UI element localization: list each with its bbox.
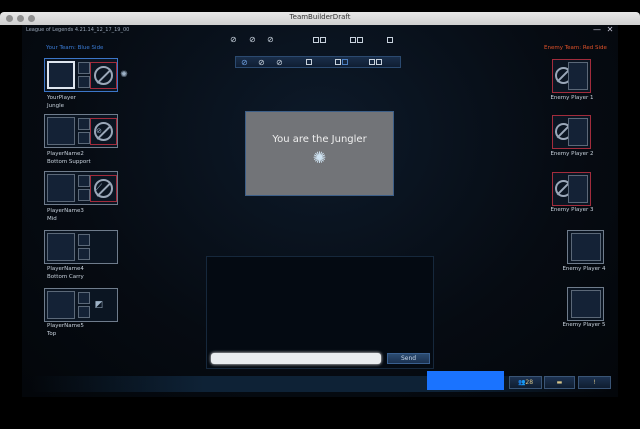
enemy-portrait <box>571 233 601 261</box>
enemy-portrait <box>568 118 588 146</box>
summoner-spell-slot[interactable] <box>78 76 90 88</box>
enemy-card-1[interactable] <box>552 59 591 93</box>
ban-icon <box>94 66 113 85</box>
ban-slot-icon: ⊘ <box>258 58 265 67</box>
pick-slot <box>376 59 382 65</box>
highlight-box <box>427 371 504 390</box>
pick-slot <box>387 37 393 43</box>
summoner-spell-slot[interactable] <box>78 292 90 304</box>
ban-slot-icon: ⊘ <box>230 35 237 44</box>
player-name: PlayerName3 Mid <box>47 207 84 223</box>
player-card-2[interactable] <box>44 114 118 148</box>
enemy-player-name: Enemy Player 1 <box>550 95 594 101</box>
ban-slot[interactable] <box>90 62 117 89</box>
role-panel: You are the Jungler ✺ <box>245 111 394 196</box>
ban-slot-icon: ⊘ <box>249 35 256 44</box>
player-position-text: Mid <box>47 216 57 222</box>
pick-slot <box>306 59 312 65</box>
player-position-text: Bottom Carry <box>47 274 84 280</box>
enemy-team-label: Enemy Team: Red Side <box>544 45 607 51</box>
enemy-portrait <box>568 62 588 90</box>
enemy-card-3[interactable] <box>552 172 591 206</box>
jungle-icon: ✺ <box>312 148 327 167</box>
champion-portrait[interactable] <box>47 174 75 202</box>
champion-portrait[interactable] <box>47 233 75 261</box>
enemy-portrait <box>568 175 588 203</box>
enemy-card-4[interactable] <box>567 230 604 264</box>
enemy-player-name: Enemy Player 2 <box>550 151 594 157</box>
pick-slot <box>357 37 363 43</box>
mid-icon: ⟋ <box>95 183 103 193</box>
enemy-player-name: Enemy Player 5 <box>562 322 606 328</box>
window-titlebar: TeamBuilderDraft <box>0 12 640 25</box>
enemy-player-name: Enemy Player 4 <box>562 266 606 272</box>
summoner-spell-slot[interactable] <box>78 189 90 201</box>
client-title: League of Legends 4.21.14_12_17_19_00 <box>26 27 130 33</box>
pick-slot <box>342 59 348 65</box>
player-name-text: PlayerName3 <box>47 208 84 214</box>
phase-progress-bar: ⊘ ⊘ ⊘ <box>235 56 401 68</box>
pick-slot <box>369 59 375 65</box>
chat-input[interactable] <box>211 353 381 364</box>
chat-panel: Send <box>206 256 434 369</box>
minimize-button[interactable]: — <box>591 25 603 35</box>
ban-slot-icon: ⊘ <box>276 58 283 67</box>
enemy-card-5[interactable] <box>567 287 604 321</box>
summoner-spell-slot[interactable] <box>78 306 90 318</box>
player-card-3[interactable] <box>44 171 118 205</box>
your-team-label: Your Team: Blue Side <box>46 45 104 51</box>
player-position-text: Jungle <box>47 103 64 109</box>
player-name: PlayerName2 Bottom Support <box>47 150 91 166</box>
send-button[interactable]: Send <box>387 353 430 364</box>
player-name-text: PlayerName4 <box>47 266 84 272</box>
folder-icon: ▬ <box>556 379 563 386</box>
pick-slot <box>335 59 341 65</box>
role-message: You are the Jungler <box>272 134 367 145</box>
alert-icon: ! <box>593 379 596 386</box>
top-icon: ◩ <box>94 300 104 310</box>
close-button[interactable]: ✕ <box>604 25 616 35</box>
support-icon: ⊘ <box>96 127 102 135</box>
player-name-text: PlayerName5 <box>47 323 84 329</box>
friends-button[interactable]: 👥28 <box>509 376 542 389</box>
player-name: YourPlayer Jungle <box>47 94 76 110</box>
folder-button[interactable]: ▬ <box>544 376 575 389</box>
champion-portrait[interactable] <box>47 117 75 145</box>
summoner-spell-slot[interactable] <box>78 118 90 130</box>
alert-button[interactable]: ! <box>578 376 611 389</box>
pick-slot <box>320 37 326 43</box>
enemy-portrait <box>571 290 601 318</box>
player-card-4[interactable] <box>44 230 118 264</box>
player-card-5[interactable] <box>44 288 118 322</box>
enemy-card-2[interactable] <box>552 115 591 149</box>
jungle-icon: ✺ <box>120 70 128 80</box>
player-position-text: Bottom Support <box>47 159 91 165</box>
summoner-spell-slot[interactable] <box>78 62 90 74</box>
pick-slot <box>313 37 319 43</box>
player-name: PlayerName5 Top <box>47 322 84 338</box>
summoner-spell-slot[interactable] <box>78 132 90 144</box>
champion-portrait[interactable] <box>47 291 75 319</box>
summoner-spell-slot[interactable] <box>78 175 90 187</box>
window-title: TeamBuilderDraft <box>289 13 351 21</box>
summoner-spell-slot[interactable] <box>78 248 90 260</box>
pick-slot <box>350 37 356 43</box>
player-card-1[interactable] <box>44 58 118 92</box>
ban-slot-icon: ⊘ <box>267 35 274 44</box>
summoner-spell-slot[interactable] <box>78 234 90 246</box>
friends-count: 28 <box>525 379 534 386</box>
player-position-text: Top <box>47 331 57 337</box>
enemy-player-name: Enemy Player 3 <box>550 207 594 213</box>
player-name-text: PlayerName2 <box>47 151 84 157</box>
client-area: League of Legends 4.21.14_12_17_19_00 — … <box>22 25 618 397</box>
champion-portrait[interactable] <box>47 61 75 89</box>
player-name-text: YourPlayer <box>47 95 76 101</box>
player-name: PlayerName4 Bottom Carry <box>47 265 84 281</box>
ban-slot-icon: ⊘ <box>241 58 248 67</box>
